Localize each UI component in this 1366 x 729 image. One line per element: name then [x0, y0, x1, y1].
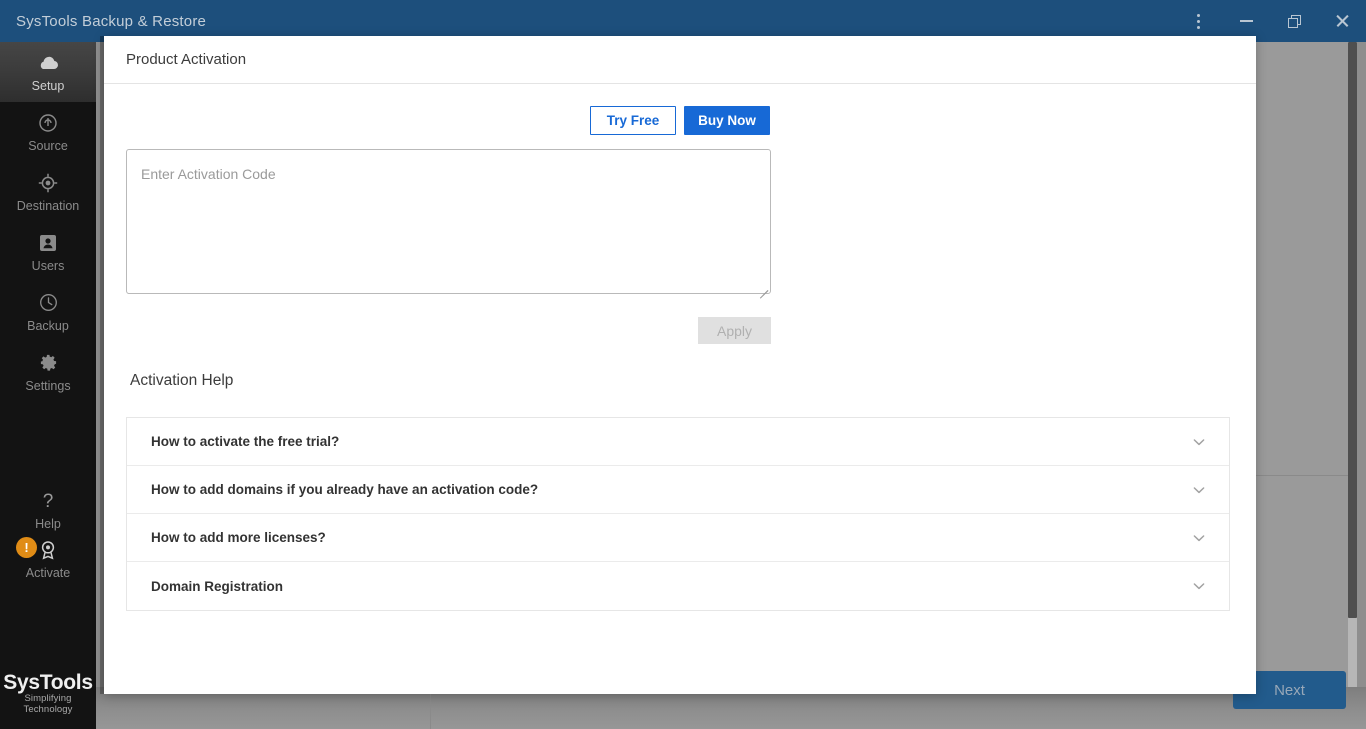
sidebar-item-destination[interactable]: Destination: [0, 162, 96, 222]
activation-code-wrapper: [126, 149, 1234, 299]
close-icon: [1335, 14, 1349, 28]
apply-button-row: Apply: [126, 317, 771, 344]
activation-alert-badge: !: [16, 537, 37, 558]
sidebar-item-label: Activate: [25, 566, 71, 580]
dialog-title: Product Activation: [126, 51, 247, 68]
restore-icon: [1287, 14, 1301, 28]
brand-logo: SysTools® Simplifying Technology: [0, 669, 103, 715]
source-circle-icon: [37, 112, 59, 134]
sidebar-item-settings[interactable]: Settings: [0, 342, 96, 402]
question-mark-icon: ?: [42, 490, 54, 512]
activation-help-accordion: How to activate the free trial? How to a…: [126, 417, 1230, 611]
sidebar-item-label: Destination: [16, 198, 80, 213]
activation-code-input[interactable]: [126, 149, 771, 294]
sidebar-item-setup[interactable]: Setup: [0, 42, 96, 102]
cloud-icon: [37, 52, 59, 74]
chevron-down-icon[interactable]: [1191, 530, 1207, 546]
target-icon: [37, 172, 59, 194]
clock-icon: [37, 292, 59, 314]
dialog-header: Product Activation: [104, 36, 1256, 84]
activation-help-title: Activation Help: [130, 372, 234, 389]
sidebar-item-label: Users: [31, 258, 65, 273]
minimize-icon: [1239, 20, 1253, 22]
app-title: SysTools Backup & Restore: [16, 12, 207, 30]
apply-button[interactable]: Apply: [698, 317, 771, 344]
sidebar-item-source[interactable]: Source: [0, 102, 96, 162]
sidebar-item-label: Setup: [31, 78, 65, 93]
sidebar-item-backup[interactable]: Backup: [0, 282, 96, 342]
sidebar-item-label: Source: [28, 138, 68, 153]
chevron-down-icon[interactable]: [1191, 434, 1207, 450]
restore-button[interactable]: [1270, 0, 1318, 42]
accordion-item-domain-registration[interactable]: Domain Registration: [127, 562, 1229, 610]
vertical-scrollbar-thumb[interactable]: [1348, 42, 1357, 618]
license-action-buttons: Try Free Buy Now: [126, 106, 1234, 135]
award-icon: !: [16, 537, 59, 561]
sidebar-item-help[interactable]: ? Help: [0, 488, 96, 534]
close-button[interactable]: [1318, 0, 1366, 42]
brand-tagline: Simplifying Technology: [23, 693, 73, 715]
accordion-item-label: Domain Registration: [151, 578, 284, 594]
accordion-item-label: How to add more licenses?: [151, 530, 326, 545]
buy-now-button[interactable]: Buy Now: [684, 106, 770, 135]
accordion-item-add-domains[interactable]: How to add domains if you already have a…: [127, 466, 1229, 514]
try-free-button[interactable]: Try Free: [590, 106, 676, 135]
product-activation-dialog: Product Activation Try Free Buy Now Appl…: [104, 36, 1256, 694]
chevron-down-icon[interactable]: [1191, 578, 1207, 594]
sidebar-item-users[interactable]: Users: [0, 222, 96, 282]
sidebar-item-label: Help: [35, 517, 61, 531]
vertical-scrollbar-track[interactable]: [1348, 42, 1357, 687]
accordion-item-label: How to activate the free trial?: [151, 434, 340, 449]
user-card-icon: [37, 232, 59, 254]
accordion-item-more-licenses[interactable]: How to add more licenses?: [127, 514, 1229, 562]
sidebar: Setup Source Destination Users Backup Se…: [0, 42, 103, 729]
accordion-item-free-trial[interactable]: How to activate the free trial?: [127, 418, 1229, 466]
sidebar-item-activate[interactable]: ! Activate: [0, 534, 96, 586]
accordion-item-label: How to add domains if you already have a…: [151, 482, 539, 497]
background-side-panel: [1252, 42, 1356, 687]
sidebar-item-label: Backup: [27, 318, 69, 333]
chevron-down-icon[interactable]: [1191, 482, 1207, 498]
dialog-body: Try Free Buy Now Apply Activation Help H…: [104, 84, 1256, 694]
sidebar-item-label: Settings: [25, 378, 71, 393]
background-divider: [1252, 475, 1349, 476]
brand-name: SysTools: [3, 671, 93, 694]
application-window: SysTools Backup & Restore Setup Source D…: [0, 0, 1366, 729]
gear-icon: [37, 352, 59, 374]
vertical-dots-icon: [1196, 13, 1200, 29]
